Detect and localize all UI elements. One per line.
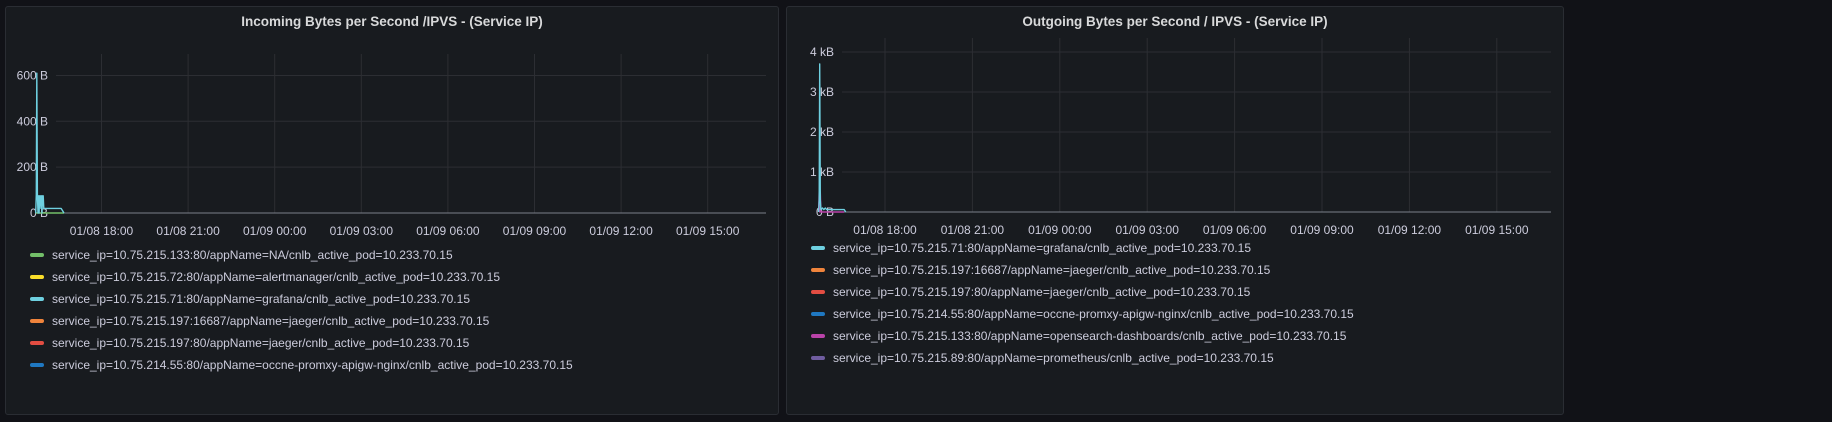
legend-label: service_ip=10.75.215.133:80/appName=open… [833, 329, 1347, 343]
legend-color-swatch [811, 290, 825, 294]
x-tick-label: 01/08 18:00 [70, 224, 134, 238]
x-tick-label: 01/09 03:00 [330, 224, 394, 238]
legend-item[interactable]: service_ip=10.75.215.89:80/appName=prome… [811, 347, 1563, 369]
x-tick-label: 01/09 12:00 [1378, 223, 1442, 237]
legend-label: service_ip=10.75.215.197:16687/appName=j… [52, 314, 490, 328]
y-tick-label: 2 kB [810, 125, 834, 139]
legend-color-swatch [811, 334, 825, 338]
legend-item[interactable]: service_ip=10.75.215.133:80/appName=NA/c… [30, 244, 778, 266]
legend-label: service_ip=10.75.215.133:80/appName=NA/c… [52, 248, 453, 262]
x-tick-label: 01/09 06:00 [416, 224, 480, 238]
legend-color-swatch [30, 363, 44, 367]
x-tick-label: 01/09 00:00 [1028, 223, 1092, 237]
x-tick-label: 01/09 09:00 [503, 224, 567, 238]
legend-item[interactable]: service_ip=10.75.215.197:16687/appName=j… [30, 310, 778, 332]
x-tick-label: 01/09 12:00 [589, 224, 653, 238]
legend-color-swatch [811, 356, 825, 360]
x-tick-label: 01/09 15:00 [676, 224, 740, 238]
legend-label: service_ip=10.75.215.71:80/appName=grafa… [52, 292, 470, 306]
x-tick-label: 01/08 21:00 [156, 224, 220, 238]
y-tick-label: 1 kB [810, 165, 834, 179]
y-tick-label: 3 kB [810, 85, 834, 99]
legend-item[interactable]: service_ip=10.75.215.197:80/appName=jaeg… [30, 332, 778, 354]
legend-color-swatch [30, 275, 44, 279]
x-tick-label: 01/09 03:00 [1115, 223, 1179, 237]
y-tick-label: 400 B [17, 114, 48, 128]
legend-item[interactable]: service_ip=10.75.214.55:80/appName=occne… [30, 354, 778, 376]
legend-item[interactable]: service_ip=10.75.214.55:80/appName=occne… [811, 303, 1563, 325]
y-tick-label: 4 kB [810, 45, 834, 59]
legend-color-swatch [811, 312, 825, 316]
legend-label: service_ip=10.75.215.71:80/appName=grafa… [833, 241, 1251, 255]
outgoing-bytes-panel: Outgoing Bytes per Second / IPVS - (Serv… [786, 6, 1564, 415]
x-tick-label: 01/09 15:00 [1465, 223, 1529, 237]
legend-label: service_ip=10.75.215.197:80/appName=jaeg… [52, 336, 470, 350]
legend-item[interactable]: service_ip=10.75.215.133:80/appName=open… [811, 325, 1563, 347]
legend-item[interactable]: service_ip=10.75.215.71:80/appName=grafa… [811, 237, 1563, 259]
outgoing-bytes-chart: 0 B1 kB2 kB3 kB4 kB01/08 18:00 01/08 21:0… [810, 38, 1551, 237]
x-tick-label: 01/09 09:00 [1290, 223, 1354, 237]
legend-label: service_ip=10.75.214.55:80/appName=occne… [52, 358, 573, 372]
y-tick-label: 600 B [17, 68, 48, 82]
legend-label: service_ip=10.75.215.89:80/appName=prome… [833, 351, 1274, 365]
legend-item[interactable]: service_ip=10.75.215.71:80/appName=grafa… [30, 288, 778, 310]
legend-item[interactable]: service_ip=10.75.215.197:80/appName=jaeg… [811, 281, 1563, 303]
legend-label: service_ip=10.75.214.55:80/appName=occne… [833, 307, 1354, 321]
incoming-bytes-chart: 0 B200 B400 B600 B01/08 18:00 01/08 21:00… [17, 54, 766, 238]
legend-item[interactable]: service_ip=10.75.215.197:16687/appName=j… [811, 259, 1563, 281]
legend-item[interactable]: service_ip=10.75.215.72:80/appName=alert… [30, 266, 778, 288]
legend-color-swatch [30, 253, 44, 257]
legend-color-swatch [30, 297, 44, 301]
x-tick-label: 01/08 18:00 [853, 223, 917, 237]
legend-color-swatch [811, 268, 825, 272]
x-tick-label: 01/08 21:00 [941, 223, 1005, 237]
legend-color-swatch [30, 341, 44, 345]
x-tick-label: 01/09 00:00 [243, 224, 307, 238]
legend-color-swatch [811, 246, 825, 250]
series-line [35, 72, 65, 214]
legend-color-swatch [30, 319, 44, 323]
chart-legend: service_ip=10.75.215.71:80/appName=grafa… [811, 237, 1563, 369]
x-tick-label: 01/09 06:00 [1203, 223, 1267, 237]
y-tick-label: 200 B [17, 160, 48, 174]
legend-label: service_ip=10.75.215.72:80/appName=alert… [52, 270, 500, 284]
legend-label: service_ip=10.75.215.197:16687/appName=j… [833, 263, 1271, 277]
chart-legend: service_ip=10.75.215.133:80/appName=NA/c… [30, 244, 778, 376]
legend-label: service_ip=10.75.215.197:80/appName=jaeg… [833, 285, 1251, 299]
incoming-bytes-panel: Incoming Bytes per Second /IPVS - (Servi… [5, 6, 779, 415]
